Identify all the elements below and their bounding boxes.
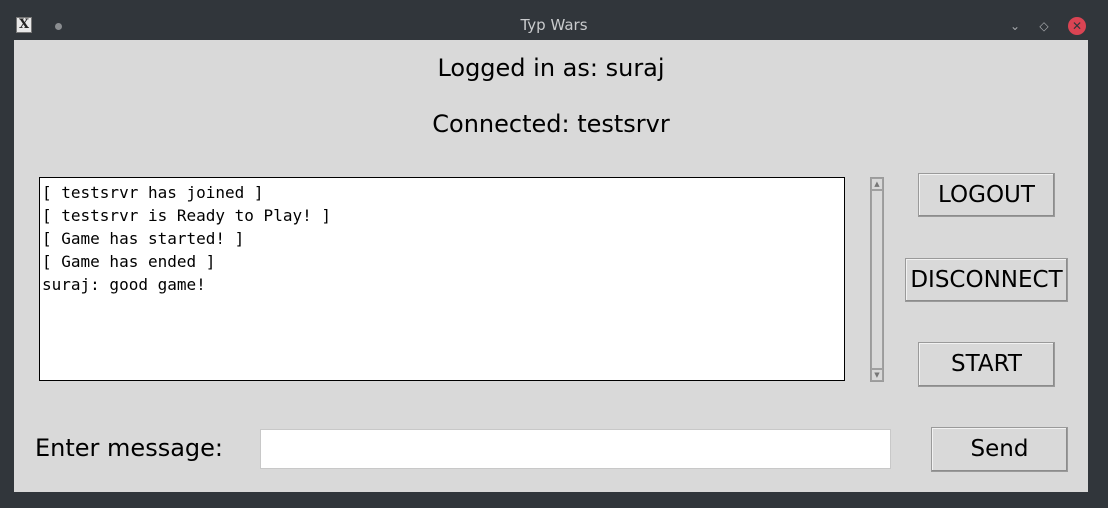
chat-line: [ testsrvr has joined ] bbox=[42, 183, 264, 202]
enter-message-label: Enter message: bbox=[35, 434, 223, 462]
logged-in-label: Logged in as: suraj bbox=[437, 54, 665, 82]
title-bar[interactable]: X Typ Wars ⌄ ◇ ✕ bbox=[0, 0, 1108, 40]
disconnect-button[interactable]: DISCONNECT bbox=[905, 258, 1068, 302]
chat-line: [ testsrvr is Ready to Play! ] bbox=[42, 206, 331, 225]
chat-log[interactable]: [ testsrvr has joined ] [ testsrvr is Re… bbox=[39, 177, 845, 381]
minimize-icon[interactable]: ⌄ bbox=[1007, 18, 1023, 34]
message-input[interactable] bbox=[260, 429, 891, 469]
client-area: Logged in as: suraj Connected: testsrvr … bbox=[14, 40, 1088, 492]
chat-line: [ Game has started! ] bbox=[42, 229, 245, 248]
connected-label: Connected: testsrvr bbox=[432, 110, 670, 138]
scrollbar-thumb[interactable] bbox=[871, 190, 883, 369]
start-button[interactable]: START bbox=[918, 342, 1055, 387]
logout-button[interactable]: LOGOUT bbox=[918, 173, 1055, 217]
app-window: X Typ Wars ⌄ ◇ ✕ Logged in as: suraj Con… bbox=[0, 0, 1108, 508]
close-icon[interactable]: ✕ bbox=[1068, 17, 1086, 35]
chat-scrollbar[interactable]: ▲ ▼ bbox=[870, 177, 884, 382]
window-title: Typ Wars bbox=[520, 16, 588, 34]
maximize-icon[interactable]: ◇ bbox=[1036, 18, 1052, 34]
chat-line: suraj: good game! bbox=[42, 275, 206, 294]
chat-line: [ Game has ended ] bbox=[42, 252, 216, 271]
scroll-up-icon[interactable]: ▲ bbox=[871, 178, 883, 190]
scroll-down-icon[interactable]: ▼ bbox=[871, 369, 883, 381]
send-button[interactable]: Send bbox=[931, 427, 1068, 472]
